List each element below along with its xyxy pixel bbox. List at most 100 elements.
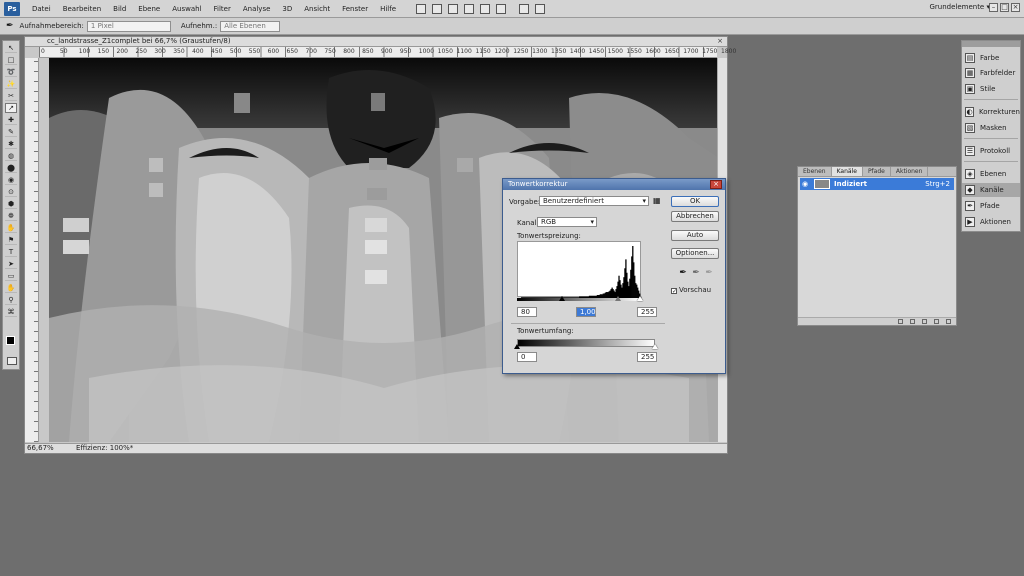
tab-aktionen[interactable]: Aktionen <box>891 167 929 176</box>
dodge-tool-icon[interactable]: ⬢ <box>5 199 17 209</box>
dock-grip[interactable] <box>962 41 1020 47</box>
eyedropper-tool-icon[interactable]: ✒ <box>6 21 14 31</box>
close-button[interactable]: × <box>1011 3 1020 12</box>
eyedropper-tool-icon[interactable]: ↗ <box>5 103 17 113</box>
options-button[interactable]: Optionen... <box>671 248 719 259</box>
menu-analyse[interactable]: Analyse <box>237 5 277 13</box>
hand-tool-icon[interactable]: ✋ <box>5 283 17 293</box>
zoom-level-icon[interactable] <box>448 3 459 14</box>
path-selection-icon[interactable]: ⚑ <box>5 235 17 245</box>
sample-layers-select[interactable]: Alle Ebenen <box>220 20 281 32</box>
new-channel-icon[interactable] <box>934 319 939 324</box>
tab-ebenen[interactable]: Ebenen <box>798 167 832 176</box>
preset-options-icon[interactable]: ▦ <box>653 196 661 205</box>
workspace-switcher[interactable]: Grundelemente ▾ <box>929 3 990 11</box>
black-input-slider[interactable] <box>559 296 565 301</box>
channel-select[interactable]: RGB ▾ <box>537 217 597 227</box>
levels-title-bar[interactable]: Tonwertkorrektur × <box>503 179 725 190</box>
dock-item-farbfelder[interactable]: ▦ Farbfelder <box>962 66 1020 80</box>
eye-icon[interactable]: ◉ <box>802 178 812 190</box>
preset-select[interactable]: Benutzerdefiniert ▾ <box>539 196 649 206</box>
crop-tool-icon[interactable]: ✂ <box>5 91 17 101</box>
gradient-tool-icon[interactable]: ◉ <box>5 175 17 185</box>
zoom-tool-icon[interactable] <box>480 3 491 14</box>
black-eyedropper-icon[interactable]: ✒ <box>678 268 688 279</box>
history-brush-icon[interactable]: ◍ <box>5 151 17 161</box>
dock-item-ebenen[interactable]: ◈ Ebenen <box>962 167 1020 181</box>
trash-icon[interactable] <box>946 319 951 324</box>
arrange-documents-icon[interactable] <box>519 3 530 14</box>
clone-stamp-icon[interactable]: ✱ <box>5 139 17 149</box>
quick-mask-icon[interactable] <box>7 357 17 365</box>
type-tool-icon[interactable]: ✋ <box>5 223 17 233</box>
tab-kanaele[interactable]: Kanäle <box>831 167 863 176</box>
output-white-field[interactable]: 255 <box>637 352 657 362</box>
preview-checkbox[interactable]: ✓ Vorschau <box>671 286 711 295</box>
menu-filter[interactable]: Filter <box>208 5 237 13</box>
save-selection-icon[interactable] <box>910 319 915 324</box>
lasso-tool-icon[interactable]: ➰ <box>5 67 17 77</box>
maximize-button[interactable]: □ <box>1000 3 1009 12</box>
ok-button[interactable]: OK <box>671 196 719 207</box>
launch-bridge-icon[interactable] <box>416 3 427 14</box>
menu-hilfe[interactable]: Hilfe <box>374 5 402 13</box>
document-tab[interactable]: cc_landstrasse_Z1complet bei 66,7% (Grau… <box>25 37 727 47</box>
output-black-field[interactable]: 0 <box>517 352 537 362</box>
auto-button[interactable]: Auto <box>671 230 719 241</box>
dock-item-pfade[interactable]: ✒ Pfade <box>962 199 1020 213</box>
cancel-button[interactable]: Abbrechen <box>671 211 719 222</box>
minimize-button[interactable]: – <box>989 3 998 12</box>
channel-row[interactable]: ◉ Indiziert Strg+2 <box>800 178 954 190</box>
efficiency-info[interactable]: Effizienz: 100%* <box>76 444 133 452</box>
hand-tool-icon[interactable] <box>464 3 475 14</box>
dock-item-aktionen[interactable]: ▶ Aktionen <box>962 215 1020 229</box>
close-icon[interactable]: × <box>710 180 722 189</box>
photoshop-logo[interactable]: Ps <box>4 1 20 16</box>
white-eyedropper-icon[interactable]: ✒ <box>704 268 714 279</box>
healing-brush-icon[interactable]: ✚ <box>5 115 17 125</box>
launch-mini-bridge-icon[interactable] <box>432 3 443 14</box>
dock-item-kanäle[interactable]: ◆ Kanäle <box>962 183 1020 197</box>
menu-ebene[interactable]: Ebene <box>132 5 166 13</box>
close-document-button[interactable]: × <box>716 38 724 46</box>
marquee-tool-icon[interactable]: □ <box>5 55 17 65</box>
input-black-field[interactable]: 80 <box>517 307 537 317</box>
move-tool-icon[interactable]: ↖ <box>5 43 17 53</box>
3d-camera-icon[interactable]: ▭ <box>5 271 17 281</box>
zoom-level[interactable]: 66,67% <box>27 444 54 452</box>
quick-selection-icon[interactable]: ✨ <box>5 79 17 89</box>
foreground-color-swatch[interactable] <box>6 336 15 345</box>
tab-pfade[interactable]: Pfade <box>863 167 891 176</box>
white-output-slider[interactable] <box>652 344 658 349</box>
dock-item-farbe[interactable]: ▤ Farbe <box>962 51 1020 65</box>
dock-item-masken[interactable]: ▧ Masken <box>962 121 1020 135</box>
gamma-input-slider[interactable] <box>615 296 621 301</box>
blur-tool-icon[interactable]: ⊙ <box>5 187 17 197</box>
load-selection-icon[interactable] <box>898 319 903 324</box>
extra-tool-icon[interactable]: ⌘ <box>5 307 17 317</box>
dock-item-stile[interactable]: ▣ Stile <box>962 82 1020 96</box>
input-white-field[interactable]: 255 <box>637 307 657 317</box>
menu-bearbeiten[interactable]: Bearbeiten <box>57 5 107 13</box>
3d-rotate-icon[interactable]: ➤ <box>5 259 17 269</box>
menu-ansicht[interactable]: Ansicht <box>298 5 336 13</box>
white-input-slider[interactable] <box>637 296 643 301</box>
zoom-tool-icon[interactable]: ⚲ <box>5 295 17 305</box>
input-gamma-field[interactable]: 1,00 <box>576 307 596 317</box>
dock-item-korrekturen[interactable]: ◐ Korrekturen <box>962 105 1020 119</box>
new-channel-icon[interactable] <box>922 319 927 324</box>
menu-bild[interactable]: Bild <box>107 5 132 13</box>
dock-item-protokoll[interactable]: ☰ Protokoll <box>962 144 1020 158</box>
pen-tool-icon[interactable]: ❁ <box>5 211 17 221</box>
menu-fenster[interactable]: Fenster <box>336 5 374 13</box>
rotate-view-icon[interactable] <box>496 3 507 14</box>
vertical-ruler[interactable] <box>25 58 39 442</box>
sample-size-select[interactable]: 1 Pixel <box>86 20 171 32</box>
menu-datei[interactable]: Datei <box>26 5 57 13</box>
gray-eyedropper-icon[interactable]: ✒ <box>691 268 701 279</box>
shape-tool-icon[interactable]: T <box>5 247 17 257</box>
menu-auswahl[interactable]: Auswahl <box>166 5 207 13</box>
screen-mode-icon[interactable] <box>535 3 546 14</box>
black-output-slider[interactable] <box>514 344 520 349</box>
brush-tool-icon[interactable]: ✎ <box>5 127 17 137</box>
